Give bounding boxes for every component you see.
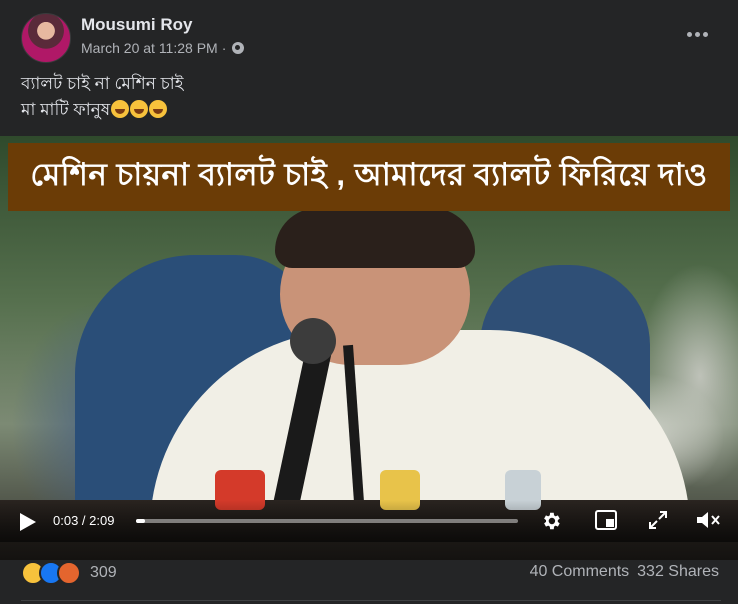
microphone-icon	[290, 318, 336, 364]
video-time: 0:03 / 2:09	[53, 513, 115, 528]
reaction-count: 309	[90, 564, 117, 581]
caption-line-2-row: মা মাটি ফানুষ	[21, 97, 184, 123]
more-options-button[interactable]	[682, 22, 712, 46]
laughing-emoji-icon	[111, 100, 130, 118]
post-stats: 40 Comments 332 Shares	[530, 563, 719, 581]
post-header: Mousumi Roy March 20 at 11:28 PM ·	[0, 0, 738, 70]
post-footer: 309 40 Comments 332 Shares	[0, 548, 738, 604]
post-meta: March 20 at 11:28 PM ·	[81, 40, 245, 56]
comments-link[interactable]: 40 Comments	[530, 563, 630, 581]
picture-in-picture-icon[interactable]	[595, 510, 617, 530]
more-dot-icon	[702, 31, 708, 37]
more-dot-icon	[686, 31, 692, 37]
post-timestamp[interactable]: March 20 at 11:28 PM	[81, 40, 218, 56]
author-name[interactable]: Mousumi Roy	[81, 15, 192, 35]
caption-line-2: মা মাটি ফানুষ	[21, 100, 111, 119]
speaker-figure	[275, 208, 475, 268]
mute-icon[interactable]	[694, 508, 722, 532]
laughing-emoji-icon	[130, 100, 149, 118]
laughing-emoji-icon	[149, 100, 168, 118]
more-dot-icon	[694, 31, 700, 37]
reactions-summary[interactable]: 309	[21, 561, 117, 585]
shares-link[interactable]: 332 Shares	[637, 563, 719, 581]
avatar[interactable]	[21, 13, 71, 63]
play-icon[interactable]	[20, 513, 36, 531]
expand-icon[interactable]	[648, 510, 668, 530]
video-progress-bar[interactable]	[136, 519, 518, 523]
gear-icon[interactable]	[540, 510, 562, 532]
video-progress-fill	[136, 519, 145, 523]
caption-line-1: ব্যালট চাই না মেশিন চাই	[21, 74, 184, 93]
post-caption: ব্যালট চাই না মেশিন চাই মা মাটি ফানুষ	[21, 71, 184, 123]
video-banner-text: মেশিন চায়না ব্যালট চাই , আমাদের ব্যালট …	[8, 143, 730, 211]
footer-divider	[21, 600, 721, 601]
meta-separator: ·	[221, 40, 227, 56]
globe-icon[interactable]	[232, 42, 245, 54]
angry-reaction-icon	[57, 561, 81, 585]
